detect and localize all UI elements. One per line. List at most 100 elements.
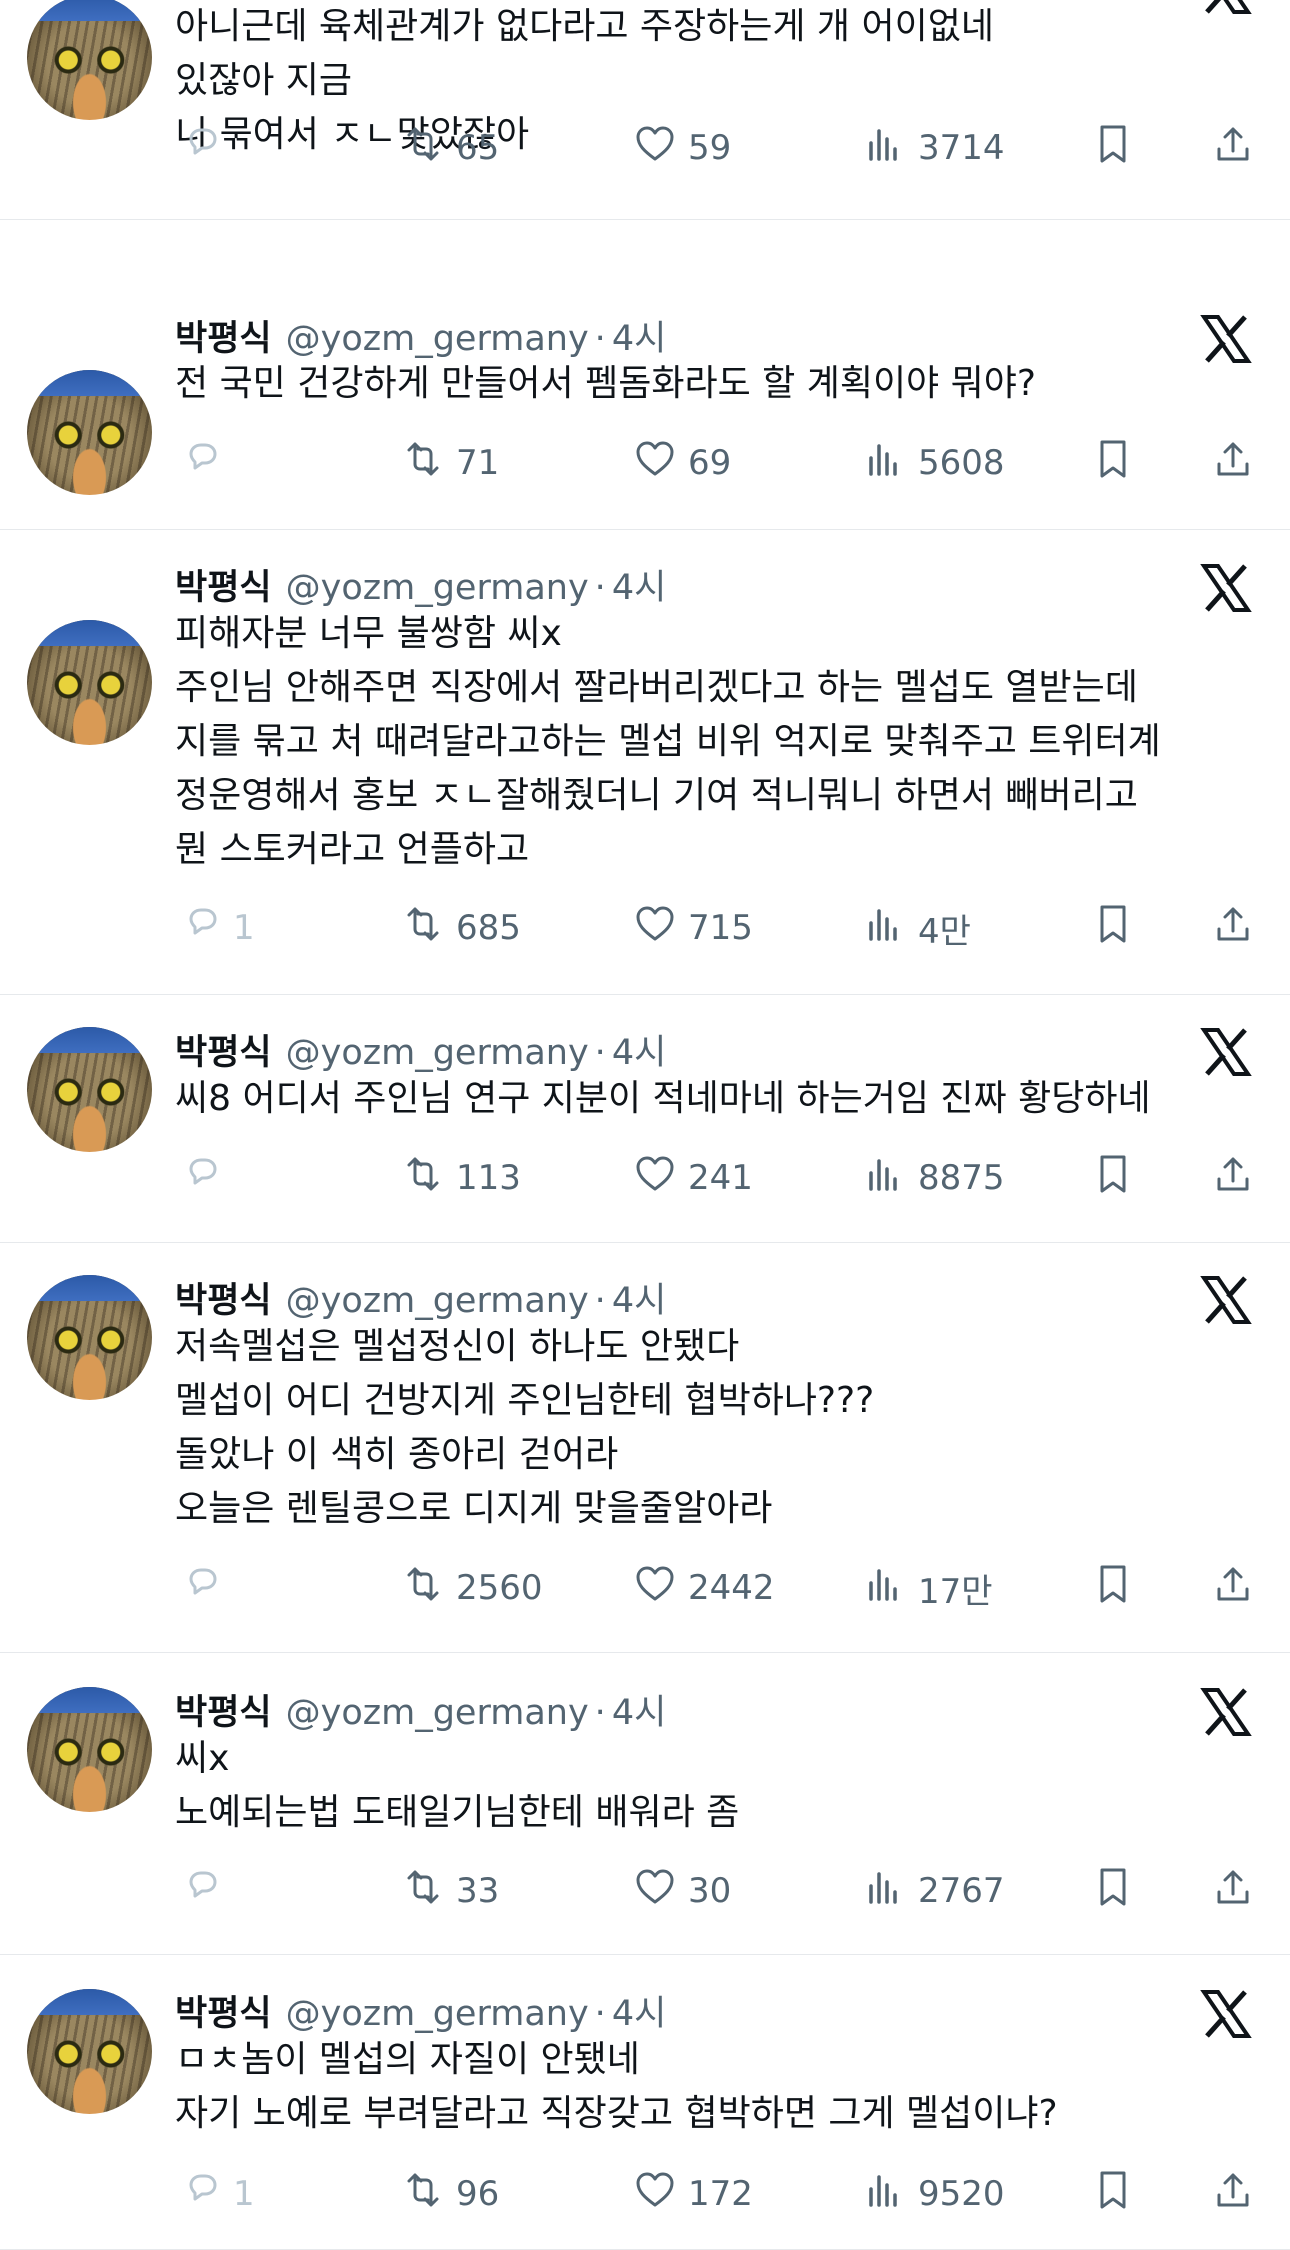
tweet-text-line: 씨x — [175, 1738, 230, 1779]
author-name[interactable]: 박평식 — [175, 310, 272, 361]
tweet-text: 전 국민 건강하게 만들어서 펨돔화라도 할 계획이야 뭐야? — [175, 357, 1036, 411]
retweet-button[interactable]: 71 — [400, 433, 499, 493]
views-button[interactable]: 17만 — [862, 1558, 993, 1618]
bookmark-button[interactable] — [1090, 1148, 1136, 1208]
retweet-button[interactable]: 96 — [400, 2164, 499, 2224]
like-count: 241 — [688, 1158, 753, 1198]
separator-dot: · — [594, 1693, 606, 1733]
reply-button[interactable] — [177, 1558, 233, 1618]
retweet-button[interactable]: 33 — [400, 1861, 499, 1921]
views-button[interactable]: 9520 — [862, 2164, 1005, 2224]
like-button[interactable]: 172 — [632, 2164, 753, 2224]
retweet-button[interactable]: 685 — [400, 898, 521, 958]
share-button[interactable] — [1210, 1558, 1256, 1618]
like-button[interactable]: 69 — [632, 433, 731, 493]
retweet-count: 65 — [456, 128, 500, 168]
retweet-icon — [400, 436, 446, 491]
share-button[interactable] — [1210, 898, 1256, 958]
reply-button[interactable] — [177, 118, 233, 178]
views-button[interactable]: 4만 — [862, 898, 971, 958]
reply-icon — [177, 1864, 223, 1919]
like-icon — [632, 1864, 678, 1919]
reply-button[interactable] — [177, 1861, 233, 1921]
tweet-text-line: 저속멜섭은 멜섭정신이 하나도 안됐다 — [175, 1326, 740, 1367]
views-count: 5608 — [918, 443, 1005, 483]
retweet-button[interactable]: 113 — [400, 1148, 521, 1208]
tweet-text-line: 주인님 안해주면 직장에서 짤라버리겠다고 하는 멜섭도 열받는데 — [175, 667, 1138, 708]
tweet[interactable]: 박평식 @yozm_germany · 4시 ㅁㅊ놈이 멜섭의 자질이 안됐네 자기 노예… — [0, 1955, 1290, 2250]
tweet[interactable]: 박평식 @yozm_germany · 4시씨x 노예되는법 도태일기님한테 배워라 좀… — [0, 1653, 1290, 1955]
author-name[interactable]: 박평식 — [175, 1985, 272, 2036]
share-button[interactable] — [1210, 1861, 1256, 1921]
views-button[interactable]: 3714 — [862, 118, 1005, 178]
tweet-text-line: 노예되는법 도태일기님한테 배워라 좀 — [175, 1792, 740, 1833]
bookmark-button[interactable] — [1090, 1861, 1136, 1921]
avatar[interactable] — [27, 620, 152, 745]
tweet[interactable]: 아니근데 육체관계가 없다라고 주장하는게 개 어이없네 있잖아 지금 니 묶여서 … — [0, 0, 1290, 220]
like-button[interactable]: 241 — [632, 1148, 753, 1208]
bookmark-button[interactable] — [1090, 1558, 1136, 1618]
like-button[interactable]: 715 — [632, 898, 753, 958]
timestamp[interactable]: 4시 — [612, 1024, 666, 1075]
reply-button[interactable]: 1 — [177, 898, 255, 958]
timestamp[interactable]: 4시 — [612, 1985, 666, 2036]
share-button[interactable] — [1210, 2164, 1256, 2224]
bookmark-button[interactable] — [1090, 2164, 1136, 2224]
tweet-text: 저속멜섭은 멜섭정신이 하나도 안됐다 멜섭이 어디 건방지게 주인님한테 협박하… — [175, 1320, 874, 1536]
tweet[interactable]: 박평식 @yozm_germany · 4시 씨8 어디서 주인님 연구 지분이 적네마… — [0, 995, 1290, 1243]
avatar[interactable] — [27, 1027, 152, 1152]
tweet[interactable]: 박평식 @yozm_germany · 4시 전 국민 건강하게 만들어서 펨돔화라도 … — [0, 280, 1290, 530]
bookmark-button[interactable] — [1090, 118, 1136, 178]
timestamp[interactable]: 4시 — [612, 310, 666, 361]
author-handle[interactable]: @yozm_germany — [286, 1994, 589, 2034]
tweet-text: 씨x 노예되는법 도태일기님한테 배워라 좀 — [175, 1732, 739, 1840]
tweet[interactable]: 박평식 @yozm_germany · 4시 저속멜섭은 멜섭정신이 하나도 안됐다 멜섭… — [0, 1243, 1290, 1653]
share-button[interactable] — [1210, 1148, 1256, 1208]
retweet-count: 113 — [456, 1158, 521, 1198]
retweet-icon — [400, 901, 446, 956]
author-name[interactable]: 박평식 — [175, 1024, 272, 1075]
avatar[interactable] — [27, 1687, 152, 1812]
like-icon — [632, 901, 678, 956]
x-logo-icon — [1200, 0, 1252, 16]
retweet-button[interactable]: 2560 — [400, 1558, 543, 1618]
tweet-text-line: 오늘은 렌틸콩으로 디지게 맞을줄알아라 — [175, 1488, 773, 1529]
views-button[interactable]: 8875 — [862, 1148, 1005, 1208]
author-handle[interactable]: @yozm_germany — [286, 1693, 589, 1733]
views-count: 2767 — [918, 1871, 1005, 1911]
like-count: 59 — [688, 128, 732, 168]
avatar[interactable] — [27, 1275, 152, 1400]
share-button[interactable] — [1210, 433, 1256, 493]
reply-button[interactable] — [177, 433, 233, 493]
retweet-button[interactable]: 65 — [400, 118, 499, 178]
avatar[interactable] — [27, 1989, 152, 2114]
timestamp[interactable]: 4시 — [612, 1684, 666, 1735]
reply-button[interactable] — [177, 1148, 233, 1208]
views-button[interactable]: 2767 — [862, 1861, 1005, 1921]
author-name[interactable]: 박평식 — [175, 559, 272, 610]
views-count: 17만 — [918, 1571, 993, 1612]
like-button[interactable]: 30 — [632, 1861, 731, 1921]
like-button[interactable]: 59 — [632, 118, 731, 178]
separator-dot: · — [594, 1033, 606, 1073]
author-handle[interactable]: @yozm_germany — [286, 1033, 589, 1073]
author-handle[interactable]: @yozm_germany — [286, 1281, 589, 1321]
share-button[interactable] — [1210, 118, 1256, 178]
share-icon — [1210, 1864, 1256, 1919]
timestamp[interactable]: 4시 — [612, 559, 666, 610]
like-button[interactable]: 2442 — [632, 1558, 775, 1618]
retweet-icon — [400, 1151, 446, 1206]
author-handle[interactable]: @yozm_germany — [286, 319, 589, 359]
avatar[interactable] — [27, 0, 152, 120]
bookmark-button[interactable] — [1090, 898, 1136, 958]
author-name[interactable]: 박평식 — [175, 1272, 272, 1323]
reply-icon — [177, 2167, 223, 2222]
timestamp[interactable]: 4시 — [612, 1272, 666, 1323]
reply-button[interactable]: 1 — [177, 2164, 255, 2224]
tweet[interactable]: 박평식 @yozm_germany · 4시 피해자분 너무 불쌍함 씨x 주인님 안해주… — [0, 530, 1290, 995]
author-name[interactable]: 박평식 — [175, 1684, 272, 1735]
author-handle[interactable]: @yozm_germany — [286, 568, 589, 608]
bookmark-button[interactable] — [1090, 433, 1136, 493]
views-button[interactable]: 5608 — [862, 433, 1005, 493]
bookmark-icon — [1090, 1151, 1136, 1206]
